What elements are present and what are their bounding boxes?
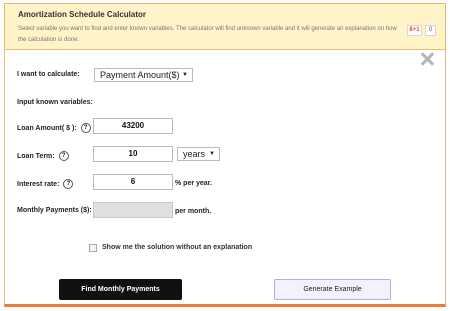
calculator-panel: Amortization Schedule Calculator Select … bbox=[4, 3, 446, 307]
interest-rate-label-row: Interest rate:? bbox=[17, 179, 74, 189]
find-monthly-payments-button[interactable]: Find Monthly Payments bbox=[59, 279, 182, 300]
gplus-button[interactable]: 8+1 bbox=[407, 25, 422, 36]
help-icon[interactable]: ? bbox=[80, 123, 91, 133]
interest-rate-unit: % per year. bbox=[175, 180, 212, 187]
loan-term-unit-value: years bbox=[183, 149, 206, 159]
gplus-count: 0 bbox=[425, 25, 436, 36]
loan-amount-label-row: Loan Amount( $ ):? bbox=[17, 123, 91, 133]
no-explanation-checkbox[interactable] bbox=[89, 244, 97, 252]
help-icon[interactable]: ? bbox=[63, 179, 74, 189]
calculate-label: I want to calculate: bbox=[17, 71, 80, 78]
calculator-description: Select variable you want to find and ent… bbox=[18, 26, 397, 43]
loan-amount-input[interactable]: 43200 bbox=[93, 118, 173, 134]
interest-rate-input[interactable]: 6 bbox=[93, 174, 173, 190]
chevron-down-icon: ▼ bbox=[209, 151, 215, 157]
calculate-select-value: Payment Amount($) bbox=[100, 70, 180, 80]
calculator-title: Amortization Schedule Calculator bbox=[18, 10, 147, 19]
known-variables-heading: Input known variables: bbox=[17, 99, 93, 106]
calculator-header: Amortization Schedule Calculator Select … bbox=[5, 4, 445, 50]
calculate-select[interactable]: Payment Amount($) ▼ bbox=[94, 68, 193, 82]
monthly-payments-unit: per month. bbox=[175, 208, 212, 215]
loan-term-label-row: Loan Term:? bbox=[17, 151, 69, 161]
loan-term-unit-select[interactable]: years ▼ bbox=[177, 147, 220, 161]
no-explanation-label[interactable]: Show me the solution without an explanat… bbox=[102, 244, 252, 251]
generate-example-button[interactable]: Generate Example bbox=[274, 279, 391, 300]
loan-term-label: Loan Term: bbox=[17, 152, 55, 160]
interest-rate-label: Interest rate: bbox=[17, 180, 60, 188]
monthly-payments-label: Monthly Payments ($): bbox=[17, 207, 92, 214]
loan-amount-label: Loan Amount( $ ): bbox=[17, 124, 77, 132]
help-icon[interactable]: ? bbox=[58, 151, 69, 161]
close-icon[interactable] bbox=[420, 52, 434, 66]
monthly-payments-output bbox=[93, 202, 173, 218]
loan-term-input[interactable]: 10 bbox=[93, 146, 173, 162]
chevron-down-icon: ▼ bbox=[182, 72, 188, 78]
